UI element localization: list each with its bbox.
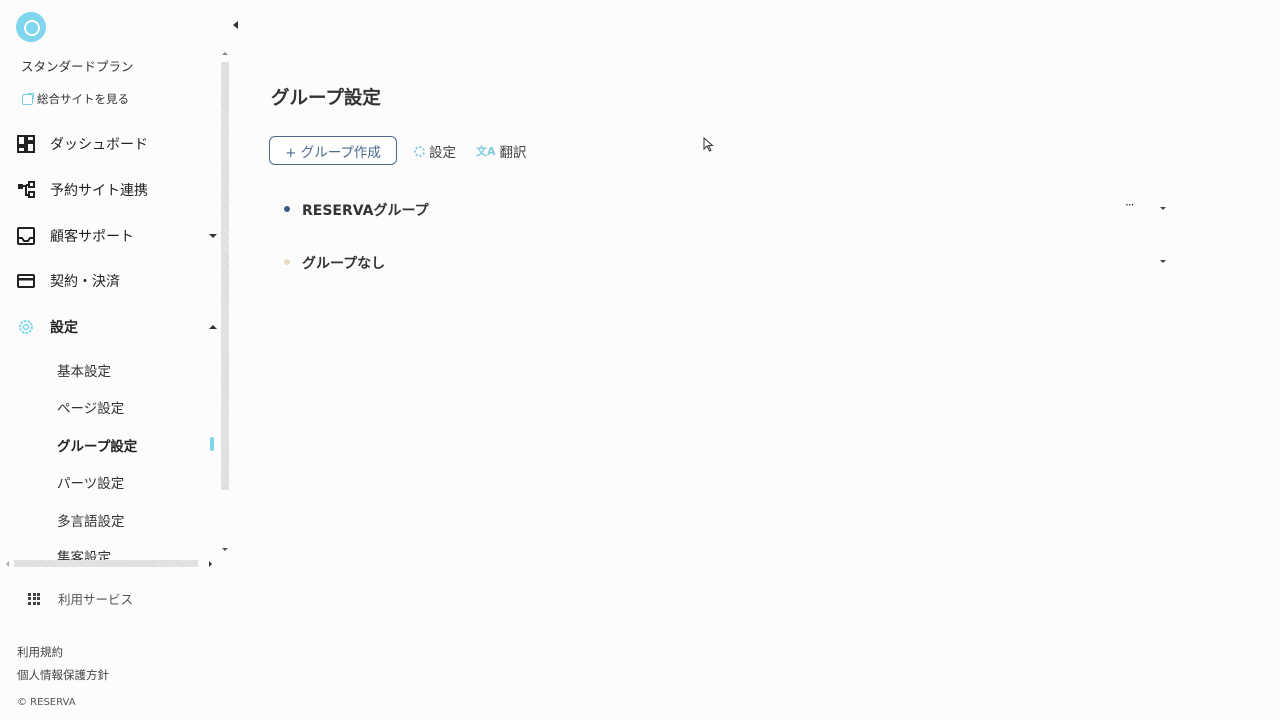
chevron-down-icon bbox=[209, 234, 217, 238]
settings-link-label: 設定 bbox=[429, 145, 456, 161]
scroll-left-icon[interactable] bbox=[6, 561, 9, 567]
settings-link[interactable]: 設定 bbox=[414, 141, 456, 161]
general-site-link-label: 総合サイトを見る bbox=[37, 92, 129, 106]
sitemap-icon bbox=[18, 181, 35, 198]
sidebar-subitem-language-settings[interactable]: 多言語設定 bbox=[57, 510, 125, 530]
sidebar-item-label: 契約・決済 bbox=[50, 274, 120, 290]
sidebar-subitem-parts-settings[interactable]: パーツ設定 bbox=[57, 472, 124, 492]
group-row[interactable]: RESERVAグループ ··· bbox=[270, 192, 1175, 228]
chevron-down-icon[interactable] bbox=[1160, 260, 1166, 263]
page-title: グループ設定 bbox=[271, 88, 381, 109]
apps-grid-icon bbox=[28, 592, 40, 605]
sidebar-item-customer-support[interactable]: 顧客サポート bbox=[0, 216, 222, 256]
create-group-button[interactable]: + グループ作成 bbox=[269, 136, 397, 165]
group-name: RESERVAグループ bbox=[302, 203, 429, 219]
scrollbar-thumb[interactable] bbox=[221, 62, 229, 490]
scroll-right-icon[interactable] bbox=[209, 561, 212, 567]
gear-icon bbox=[414, 145, 425, 157]
gear-icon bbox=[19, 320, 33, 334]
active-indicator bbox=[210, 437, 214, 451]
sidebar-item-dashboard[interactable]: ダッシュボード bbox=[0, 124, 222, 164]
translate-icon: 文A bbox=[476, 145, 496, 158]
sidebar-vertical-scrollbar[interactable] bbox=[219, 50, 230, 560]
sidebar-subitem-page-settings[interactable]: ページ設定 bbox=[57, 397, 124, 417]
sidebar-subitem-group-settings[interactable]: グループ設定 bbox=[57, 435, 137, 455]
mouse-cursor-icon bbox=[703, 137, 714, 152]
reserva-logo[interactable] bbox=[16, 12, 46, 42]
sidebar-item-label: 顧客サポート bbox=[50, 229, 134, 245]
group-color-dot bbox=[284, 259, 290, 265]
chevron-down-icon[interactable] bbox=[1160, 207, 1166, 210]
sidebar-item-label: 設定 bbox=[50, 320, 78, 336]
chevron-up-icon bbox=[209, 325, 217, 329]
dashboard-icon bbox=[17, 135, 35, 153]
terms-link[interactable]: 利用規約 bbox=[17, 644, 63, 660]
sidebar-horizontal-scrollbar[interactable] bbox=[4, 558, 218, 569]
sidebar-item-contract-payment[interactable]: 契約・決済 bbox=[0, 261, 222, 301]
sidebar-subitem-basic-settings[interactable]: 基本設定 bbox=[57, 360, 111, 380]
general-site-link[interactable]: 総合サイトを見る bbox=[22, 91, 129, 107]
group-row[interactable]: グループなし bbox=[270, 245, 1175, 281]
sidebar-item-settings[interactable]: 設定 bbox=[0, 307, 222, 347]
group-name: グループなし bbox=[302, 256, 386, 272]
sidebar-item-label: ダッシュボード bbox=[50, 137, 148, 153]
sidebar-item-label: 予約サイト連携 bbox=[50, 183, 148, 199]
scroll-up-icon[interactable] bbox=[222, 52, 228, 55]
group-color-dot bbox=[284, 206, 290, 212]
services-label: 利用サービス bbox=[58, 592, 134, 607]
more-options-icon[interactable]: ··· bbox=[1125, 198, 1135, 212]
services-menu[interactable]: 利用サービス bbox=[28, 589, 133, 608]
scroll-down-icon[interactable] bbox=[222, 548, 228, 551]
sidebar: スタンダードプラン 総合サイトを見る ダッシュボード 予約サイト連携 顧客サポー… bbox=[0, 0, 240, 720]
scrollbar-thumb[interactable] bbox=[14, 560, 198, 567]
translate-link-label: 翻訳 bbox=[499, 145, 527, 161]
privacy-policy-link[interactable]: 個人情報保護方針 bbox=[17, 667, 109, 683]
inbox-icon bbox=[17, 227, 35, 245]
plan-label: スタンダードプラン bbox=[21, 59, 134, 74]
sidebar-item-reservation-site[interactable]: 予約サイト連携 bbox=[0, 170, 222, 210]
credit-card-icon bbox=[17, 274, 35, 288]
translate-link[interactable]: 文A 翻訳 bbox=[476, 141, 527, 161]
collapse-sidebar-icon[interactable] bbox=[231, 19, 241, 31]
create-group-button-label: + グループ作成 bbox=[285, 144, 381, 161]
external-link-icon bbox=[22, 92, 34, 105]
copyright: © RESERVA bbox=[17, 697, 76, 708]
sidebar-scroll-area[interactable]: スタンダードプラン 総合サイトを見る ダッシュボード 予約サイト連携 顧客サポー… bbox=[0, 50, 230, 560]
